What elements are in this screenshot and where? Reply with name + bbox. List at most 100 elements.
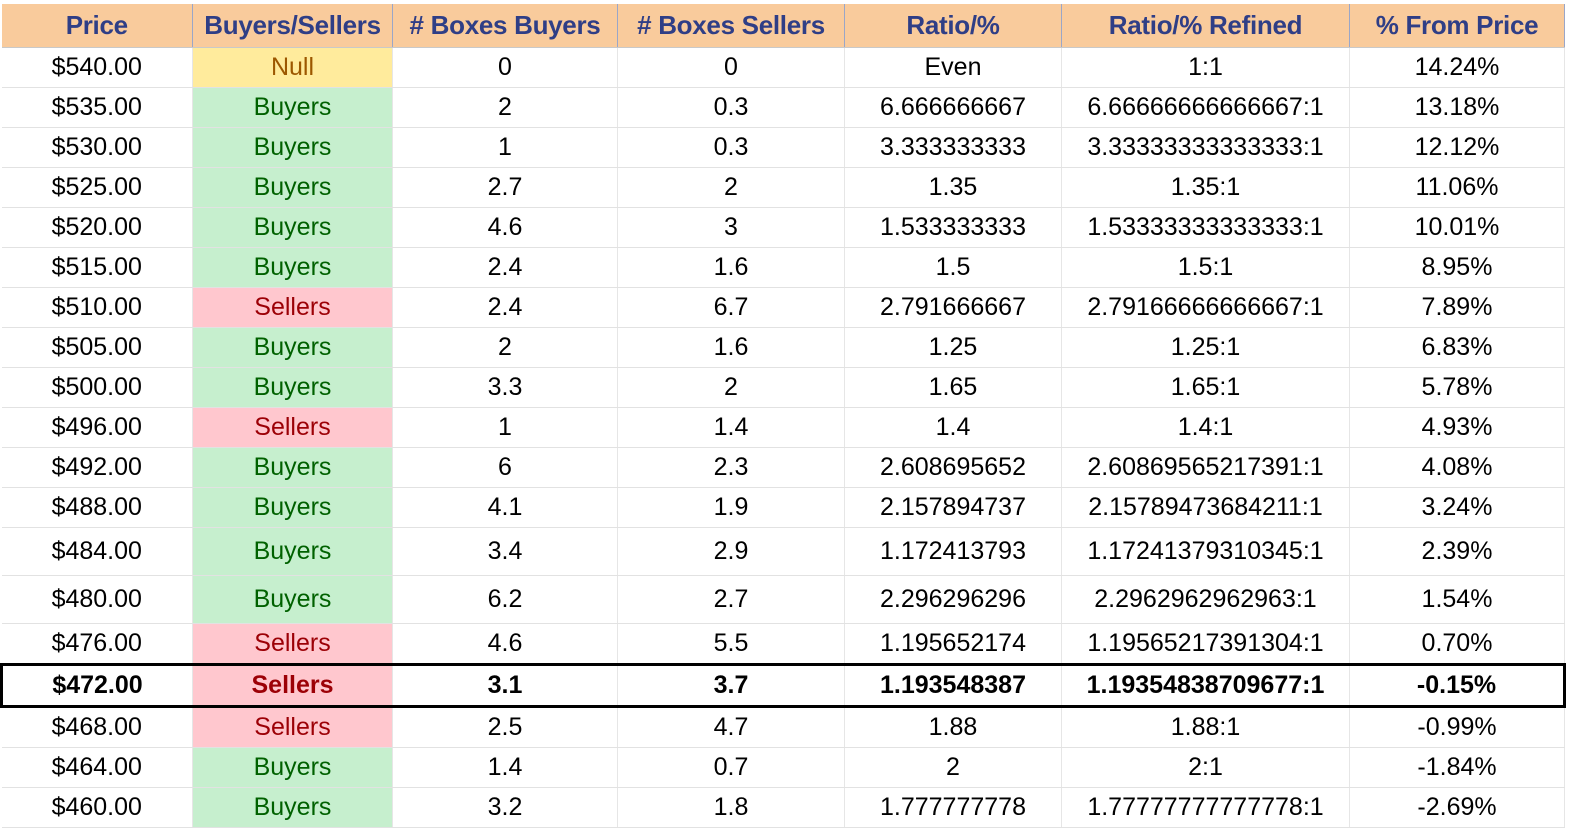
ratio-cell[interactable]: 2.157894737: [844, 487, 1062, 528]
boxes-buyers-cell[interactable]: 2: [392, 327, 618, 368]
ratio-refined-cell[interactable]: 1.88:1: [1061, 706, 1350, 748]
ratio-refined-cell[interactable]: 1.65:1: [1061, 367, 1350, 408]
from-price-cell[interactable]: 1.54%: [1349, 575, 1565, 624]
ratio-cell[interactable]: 6.666666667: [844, 87, 1062, 128]
header-ratio-refined[interactable]: Ratio/% Refined: [1061, 4, 1350, 48]
ratio-refined-cell[interactable]: 1:1: [1061, 47, 1350, 88]
ratio-cell[interactable]: 1.25: [844, 327, 1062, 368]
ratio-cell[interactable]: 2.296296296: [844, 575, 1062, 624]
ratio-cell[interactable]: 1.195652174: [844, 623, 1062, 665]
ratio-cell[interactable]: 2: [844, 747, 1062, 788]
side-cell[interactable]: Buyers: [192, 367, 393, 408]
side-cell[interactable]: Sellers: [192, 623, 393, 665]
ratio-cell[interactable]: 1.88: [844, 706, 1062, 748]
boxes-sellers-cell[interactable]: 2.3: [617, 447, 845, 488]
boxes-sellers-cell[interactable]: 2: [617, 167, 845, 208]
from-price-cell[interactable]: 10.01%: [1349, 207, 1565, 248]
price-cell[interactable]: $468.00: [1, 706, 193, 748]
boxes-buyers-cell[interactable]: 0: [392, 47, 618, 88]
side-cell[interactable]: Buyers: [192, 747, 393, 788]
boxes-sellers-cell[interactable]: 6.7: [617, 287, 845, 328]
header-ratio[interactable]: Ratio/%: [844, 4, 1062, 48]
boxes-sellers-cell[interactable]: 1.6: [617, 247, 845, 288]
from-price-cell[interactable]: 8.95%: [1349, 247, 1565, 288]
side-cell[interactable]: Buyers: [192, 247, 393, 288]
boxes-buyers-cell[interactable]: 6: [392, 447, 618, 488]
from-price-cell[interactable]: 6.83%: [1349, 327, 1565, 368]
price-cell[interactable]: $492.00: [1, 447, 193, 488]
ratio-cell[interactable]: 1.193548387: [844, 663, 1062, 708]
ratio-refined-cell[interactable]: 2:1: [1061, 747, 1350, 788]
boxes-sellers-cell[interactable]: 4.7: [617, 706, 845, 748]
from-price-cell[interactable]: -1.84%: [1349, 747, 1565, 788]
ratio-refined-cell[interactable]: 1.19354838709677:1: [1061, 663, 1350, 708]
side-cell[interactable]: Buyers: [192, 87, 393, 128]
from-price-cell[interactable]: 12.12%: [1349, 127, 1565, 168]
ratio-cell[interactable]: 1.533333333: [844, 207, 1062, 248]
side-cell[interactable]: Null: [192, 47, 393, 88]
ratio-cell[interactable]: 1.65: [844, 367, 1062, 408]
boxes-sellers-cell[interactable]: 0.3: [617, 87, 845, 128]
boxes-buyers-cell[interactable]: 1.4: [392, 747, 618, 788]
price-cell[interactable]: $480.00: [1, 575, 193, 624]
side-cell[interactable]: Buyers: [192, 167, 393, 208]
boxes-buyers-cell[interactable]: 6.2: [392, 575, 618, 624]
from-price-cell[interactable]: 14.24%: [1349, 47, 1565, 88]
from-price-cell[interactable]: -0.15%: [1349, 663, 1566, 708]
ratio-refined-cell[interactable]: 1.19565217391304:1: [1061, 623, 1350, 665]
ratio-cell[interactable]: 2.608695652: [844, 447, 1062, 488]
price-cell[interactable]: $488.00: [1, 487, 193, 528]
boxes-sellers-cell[interactable]: 1.6: [617, 327, 845, 368]
price-cell[interactable]: $472.00: [0, 663, 193, 708]
from-price-cell[interactable]: 13.18%: [1349, 87, 1565, 128]
boxes-buyers-cell[interactable]: 1: [392, 407, 618, 448]
boxes-sellers-cell[interactable]: 3: [617, 207, 845, 248]
price-cell[interactable]: $500.00: [1, 367, 193, 408]
boxes-sellers-cell[interactable]: 2.9: [617, 527, 845, 576]
price-cell[interactable]: $525.00: [1, 167, 193, 208]
boxes-buyers-cell[interactable]: 3.1: [392, 663, 618, 708]
boxes-buyers-cell[interactable]: 1: [392, 127, 618, 168]
ratio-refined-cell[interactable]: 2.79166666666667:1: [1061, 287, 1350, 328]
ratio-refined-cell[interactable]: 1.35:1: [1061, 167, 1350, 208]
ratio-cell[interactable]: Even: [844, 47, 1062, 88]
header-from-price[interactable]: % From Price: [1349, 4, 1565, 48]
ratio-refined-cell[interactable]: 2.60869565217391:1: [1061, 447, 1350, 488]
side-cell[interactable]: Buyers: [192, 527, 393, 576]
price-cell[interactable]: $515.00: [1, 247, 193, 288]
boxes-buyers-cell[interactable]: 3.3: [392, 367, 618, 408]
boxes-sellers-cell[interactable]: 0.3: [617, 127, 845, 168]
boxes-sellers-cell[interactable]: 2.7: [617, 575, 845, 624]
price-cell[interactable]: $464.00: [1, 747, 193, 788]
ratio-refined-cell[interactable]: 1.25:1: [1061, 327, 1350, 368]
side-cell[interactable]: Sellers: [192, 706, 393, 748]
boxes-buyers-cell[interactable]: 2.4: [392, 287, 618, 328]
header-boxes-sellers[interactable]: # Boxes Sellers: [617, 4, 845, 48]
boxes-buyers-cell[interactable]: 2.4: [392, 247, 618, 288]
header-price[interactable]: Price: [1, 4, 193, 48]
from-price-cell[interactable]: 7.89%: [1349, 287, 1565, 328]
side-cell[interactable]: Sellers: [192, 287, 393, 328]
price-cell[interactable]: $530.00: [1, 127, 193, 168]
boxes-buyers-cell[interactable]: 2.7: [392, 167, 618, 208]
from-price-cell[interactable]: 0.70%: [1349, 623, 1565, 665]
side-cell[interactable]: Buyers: [192, 487, 393, 528]
ratio-cell[interactable]: 1.172413793: [844, 527, 1062, 576]
ratio-refined-cell[interactable]: 3.33333333333333:1: [1061, 127, 1350, 168]
from-price-cell[interactable]: 4.93%: [1349, 407, 1565, 448]
ratio-refined-cell[interactable]: 1.53333333333333:1: [1061, 207, 1350, 248]
price-cell[interactable]: $520.00: [1, 207, 193, 248]
boxes-sellers-cell[interactable]: 2: [617, 367, 845, 408]
price-cell[interactable]: $476.00: [1, 623, 193, 665]
price-cell[interactable]: $484.00: [1, 527, 193, 576]
side-cell[interactable]: Buyers: [192, 127, 393, 168]
header-boxes-buyers[interactable]: # Boxes Buyers: [392, 4, 618, 48]
boxes-sellers-cell[interactable]: 5.5: [617, 623, 845, 665]
side-cell[interactable]: Buyers: [192, 575, 393, 624]
side-cell[interactable]: Buyers: [192, 447, 393, 488]
ratio-refined-cell[interactable]: 2.15789473684211:1: [1061, 487, 1350, 528]
boxes-sellers-cell[interactable]: 3.7: [617, 663, 845, 708]
from-price-cell[interactable]: -0.99%: [1349, 706, 1565, 748]
boxes-buyers-cell[interactable]: 4.6: [392, 623, 618, 665]
ratio-refined-cell[interactable]: 1.17241379310345:1: [1061, 527, 1350, 576]
